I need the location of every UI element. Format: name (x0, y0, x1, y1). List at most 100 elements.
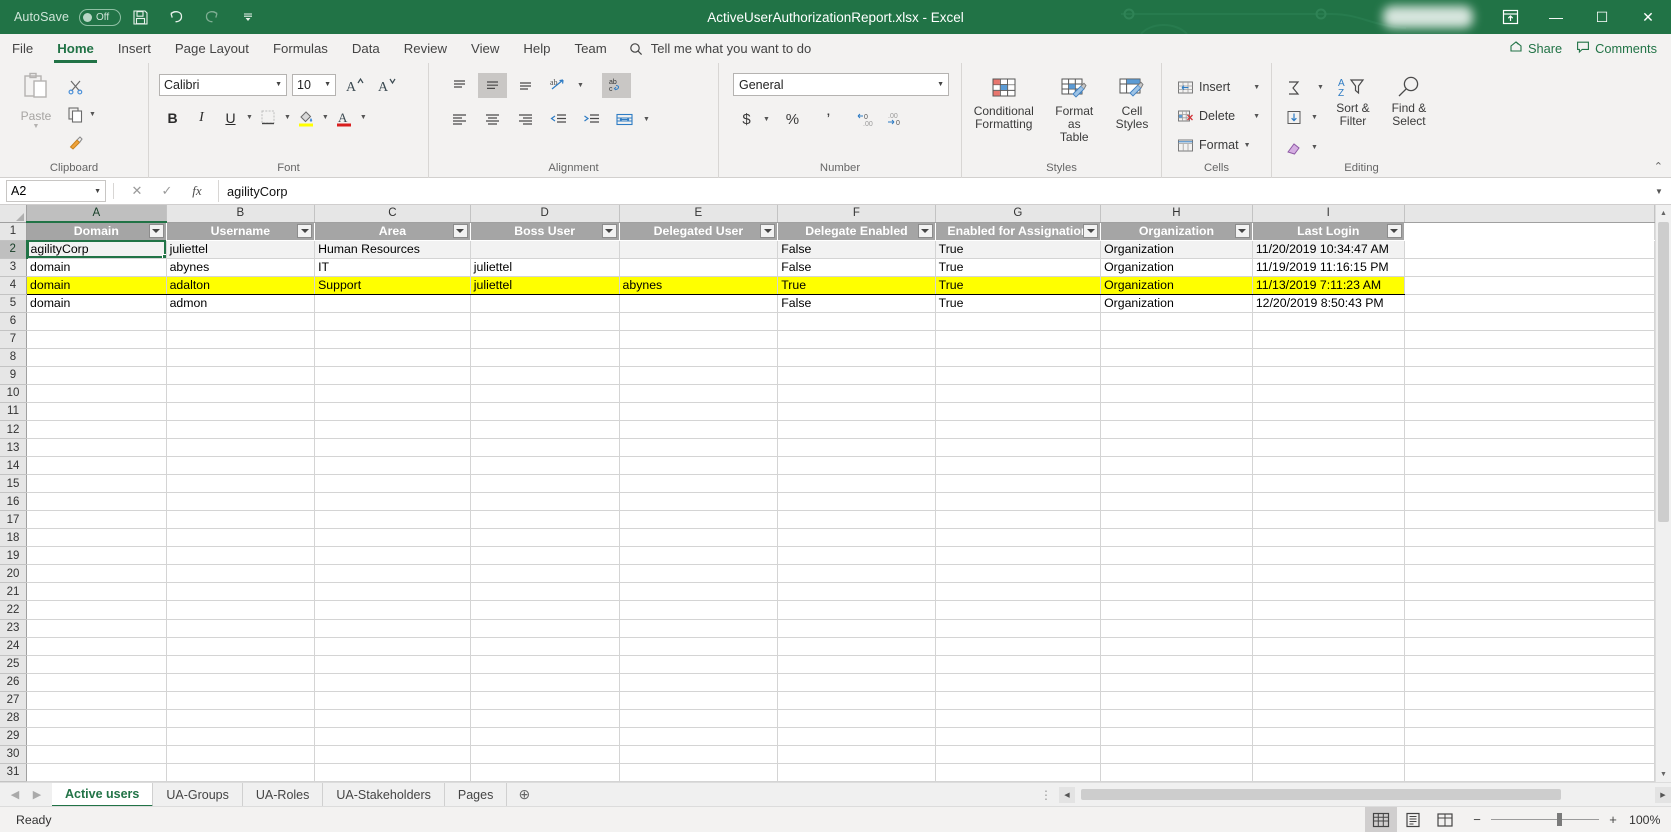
cell-G13[interactable] (935, 438, 1102, 458)
cell-B15[interactable] (166, 474, 316, 494)
cell-F31[interactable] (777, 763, 936, 782)
normal-view-button[interactable] (1365, 806, 1397, 832)
cell-E16[interactable] (619, 492, 779, 512)
share-button[interactable]: Share (1509, 40, 1562, 57)
orientation-dropdown-icon[interactable]: ▼ (577, 82, 584, 89)
cell-B19[interactable] (166, 546, 316, 566)
cell-B14[interactable] (166, 456, 316, 476)
row-header-10[interactable]: 10 (0, 384, 28, 403)
overflow-cell-13[interactable] (1404, 438, 1656, 458)
page-break-preview-button[interactable] (1429, 807, 1461, 832)
overflow-cell-16[interactable] (1404, 492, 1656, 512)
cell-A25[interactable] (26, 655, 167, 674)
name-box[interactable]: A2 ▼ (6, 180, 106, 202)
cell-F18[interactable] (777, 528, 936, 548)
cell-G6[interactable] (935, 312, 1102, 331)
cell-B11[interactable] (166, 402, 316, 422)
header-cell-domain[interactable]: Domain (26, 222, 167, 241)
overflow-cell-31[interactable] (1404, 763, 1656, 782)
font-size-input[interactable]: 10 ▼ (292, 73, 336, 96)
cell-B26[interactable] (166, 673, 316, 692)
vertical-scrollbar[interactable]: ▲ ▼ (1655, 205, 1671, 782)
cell-E31[interactable] (619, 763, 779, 782)
cell-G16[interactable] (935, 492, 1102, 512)
cell-H27[interactable] (1100, 691, 1253, 710)
filter-button-area[interactable] (452, 223, 468, 238)
cell-B9[interactable] (166, 366, 316, 385)
cell-C30[interactable] (314, 745, 471, 764)
cell-F10[interactable] (777, 384, 936, 403)
tab-help[interactable]: Help (511, 34, 562, 63)
cell-C29[interactable] (314, 727, 471, 746)
header-cell-delegated-user[interactable]: Delegated User (619, 222, 779, 241)
align-bottom-button[interactable] (511, 73, 540, 98)
overflow-cell-9[interactable] (1404, 366, 1656, 385)
cell-A7[interactable] (26, 330, 167, 349)
cell-I6[interactable] (1252, 312, 1405, 331)
overflow-cell-4[interactable] (1404, 276, 1656, 295)
cell-A2[interactable]: agilityCorp (26, 240, 167, 259)
cell-H3[interactable]: Organization (1100, 258, 1253, 277)
cell-A21[interactable] (26, 582, 167, 602)
cell-D3[interactable]: juliettel (470, 258, 620, 277)
cell-E23[interactable] (619, 619, 779, 638)
cell-E27[interactable] (619, 691, 779, 710)
cell-A16[interactable] (26, 492, 167, 512)
cell-D4[interactable]: juliettel (470, 276, 620, 295)
cell-D17[interactable] (470, 510, 620, 530)
cell-C27[interactable] (314, 691, 471, 710)
cell-F20[interactable] (777, 564, 936, 584)
cell-E2[interactable] (619, 240, 779, 259)
cell-E9[interactable] (619, 366, 779, 385)
row-header-30[interactable]: 30 (0, 745, 28, 764)
align-right-button[interactable] (511, 107, 540, 132)
center-button[interactable] (478, 107, 507, 132)
cell-H20[interactable] (1100, 564, 1253, 584)
cell-I19[interactable] (1252, 546, 1405, 566)
cell-G21[interactable] (935, 582, 1102, 602)
sheet-tab-active-users[interactable]: Active users (52, 782, 154, 806)
cell-H8[interactable] (1100, 348, 1253, 367)
redo-icon[interactable] (195, 2, 229, 32)
cell-A23[interactable] (26, 619, 167, 638)
comments-button[interactable]: Comments (1576, 40, 1657, 57)
cell-D8[interactable] (470, 348, 620, 367)
cell-F24[interactable] (777, 637, 936, 656)
overflow-cell-18[interactable] (1404, 528, 1656, 548)
cell-E13[interactable] (619, 438, 779, 458)
column-header-D[interactable]: D (470, 205, 620, 223)
cell-G19[interactable] (935, 546, 1102, 566)
cell-C26[interactable] (314, 673, 471, 692)
cell-E30[interactable] (619, 745, 779, 764)
cell-A4[interactable]: domain (26, 276, 167, 295)
row-header-27[interactable]: 27 (0, 691, 28, 710)
cell-E24[interactable] (619, 637, 779, 656)
cell-C6[interactable] (314, 312, 471, 331)
cell-H5[interactable]: Organization (1100, 294, 1253, 313)
select-all-corner[interactable] (0, 205, 28, 223)
cell-E28[interactable] (619, 709, 779, 728)
cell-C4[interactable]: Support (314, 276, 471, 295)
tab-page-layout[interactable]: Page Layout (163, 34, 261, 63)
cell-D29[interactable] (470, 727, 620, 746)
cell-F25[interactable] (777, 655, 936, 674)
overflow-cell-8[interactable] (1404, 348, 1656, 367)
cell-E3[interactable] (619, 258, 779, 277)
confirm-icon[interactable]: ✓ (153, 181, 181, 202)
cell-I26[interactable] (1252, 673, 1405, 692)
autosave-toggle[interactable]: Off (79, 8, 122, 26)
column-header-B[interactable]: B (166, 205, 316, 223)
cell-B12[interactable] (166, 420, 316, 440)
cell-A26[interactable] (26, 673, 167, 692)
cell-C7[interactable] (314, 330, 471, 349)
cell-H10[interactable] (1100, 384, 1253, 403)
cell-D2[interactable] (470, 240, 620, 259)
cell-E12[interactable] (619, 420, 779, 440)
filter-button-enabled-for-assignation[interactable] (1083, 223, 1099, 238)
overflow-cell-6[interactable] (1404, 312, 1656, 331)
cell-F4[interactable]: True (777, 276, 936, 295)
fill-dropdown-icon[interactable]: ▼ (1311, 114, 1318, 121)
cell-D22[interactable] (470, 600, 620, 620)
cell-E14[interactable] (619, 456, 779, 476)
cell-C21[interactable] (314, 582, 471, 602)
